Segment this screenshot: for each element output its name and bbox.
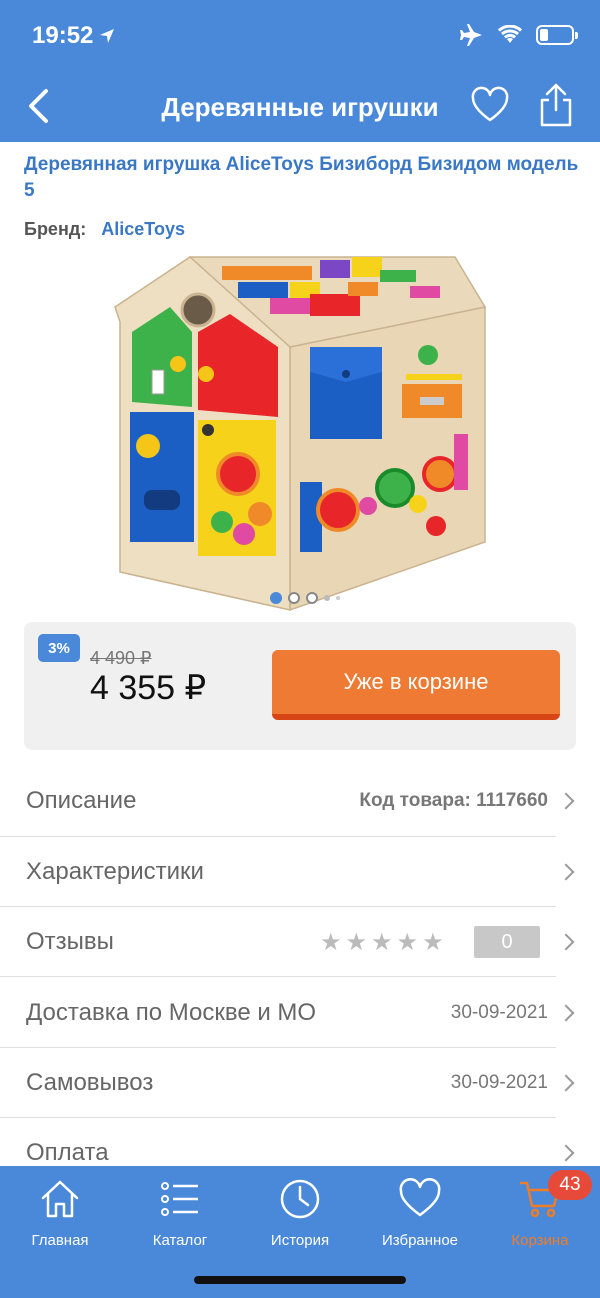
star-icon: ★ [422, 928, 444, 956]
in-cart-button[interactable]: Уже в корзине [272, 650, 560, 720]
tab-catalog[interactable]: Каталог [120, 1176, 240, 1256]
sku-value: Код товара: 1117660 [359, 790, 548, 811]
clock-icon [277, 1176, 323, 1222]
chevron-right-icon [557, 863, 575, 881]
description-row[interactable]: Описание Код товара: 1117660 [0, 766, 600, 836]
divider [0, 976, 556, 977]
price-card: 3% 4 490 ₽ 4 355 ₽ Уже в корзине [24, 622, 576, 750]
airplane-icon [460, 24, 482, 46]
pagination-dot-1[interactable] [270, 592, 282, 604]
chevron-right-icon [557, 933, 575, 951]
delivery-row[interactable]: Доставка по Москве и МО 30-09-2021 [0, 978, 600, 1048]
star-icon: ★ [345, 928, 368, 956]
image-pagination[interactable] [270, 592, 340, 604]
characteristics-label: Характеристики [26, 858, 204, 885]
payment-label: Оплата [26, 1139, 109, 1166]
pagination-dot-5[interactable] [336, 596, 340, 600]
pagination-dot-2[interactable] [288, 592, 300, 604]
tab-history-label: История [270, 1232, 330, 1249]
discount-badge: 3% [38, 634, 80, 662]
app-header: 19:52 Деревянные игрушки [0, 0, 600, 142]
pagination-dot-3[interactable] [306, 592, 318, 604]
chevron-right-icon [557, 1074, 575, 1092]
chevron-right-icon [557, 1004, 575, 1022]
reviews-row[interactable]: Отзывы ★ ★ ★ ★ ★ 0 [0, 907, 600, 977]
reviews-label: Отзывы [26, 928, 114, 955]
tab-catalog-label: Каталог [152, 1232, 208, 1249]
location-arrow-icon [100, 29, 115, 43]
old-price: 4 490 ₽ [90, 648, 152, 668]
battery-icon [536, 25, 578, 45]
star-icon: ★ [320, 928, 342, 956]
chevron-right-icon [557, 792, 575, 810]
favorite-button[interactable] [470, 86, 510, 126]
star-icon: ★ [396, 928, 419, 956]
product-image[interactable] [110, 252, 490, 612]
current-price: 4 355 ₽ [90, 669, 207, 707]
list-icon [157, 1176, 203, 1222]
navigation-bar: Деревянные игрушки [0, 72, 600, 140]
pagination-dot-4[interactable] [324, 595, 330, 601]
share-icon [540, 83, 572, 127]
share-button[interactable] [536, 82, 576, 127]
review-count-badge: 0 [474, 926, 540, 958]
tab-home-label: Главная [31, 1232, 89, 1249]
star-icon: ★ [371, 928, 393, 956]
brand-link[interactable]: AliceToys [101, 219, 185, 239]
home-icon [37, 1176, 83, 1222]
characteristics-row[interactable]: Характеристики [0, 837, 600, 907]
cart-count-badge: 43 [548, 1170, 592, 1200]
home-indicator [194, 1276, 406, 1284]
product-title: Деревянная игрушка AliceToys Бизиборд Би… [24, 154, 579, 201]
pickup-row[interactable]: Самовывоз 30-09-2021 [0, 1048, 600, 1118]
brand-row: Бренд: AliceToys [24, 219, 185, 240]
heart-icon [471, 86, 509, 122]
tab-history[interactable]: История [240, 1176, 360, 1256]
description-label: Описание [26, 787, 137, 814]
pickup-date: 30-09-2021 [450, 1072, 548, 1093]
page-title: Деревянные игрушки [161, 92, 439, 122]
delivery-label: Доставка по Москве и МО [26, 999, 317, 1026]
wifi-icon [498, 25, 522, 43]
tab-favorites-label: Избранное [381, 1232, 459, 1249]
delivery-date: 30-09-2021 [450, 1002, 548, 1023]
rating-stars: ★ ★ ★ ★ ★ [320, 928, 444, 957]
pickup-label: Самовывоз [26, 1069, 154, 1096]
status-icons [460, 24, 578, 46]
clock-text: 19:52 [32, 22, 94, 49]
brand-label: Бренд: [24, 219, 87, 239]
heart-icon [397, 1176, 443, 1222]
tab-favorites[interactable]: Избранное [360, 1176, 480, 1256]
chevron-right-icon [557, 1144, 575, 1162]
tab-home[interactable]: Главная [0, 1176, 120, 1256]
tab-cart-label: Корзина [511, 1232, 569, 1249]
status-bar-time: 19:52 [32, 22, 115, 50]
